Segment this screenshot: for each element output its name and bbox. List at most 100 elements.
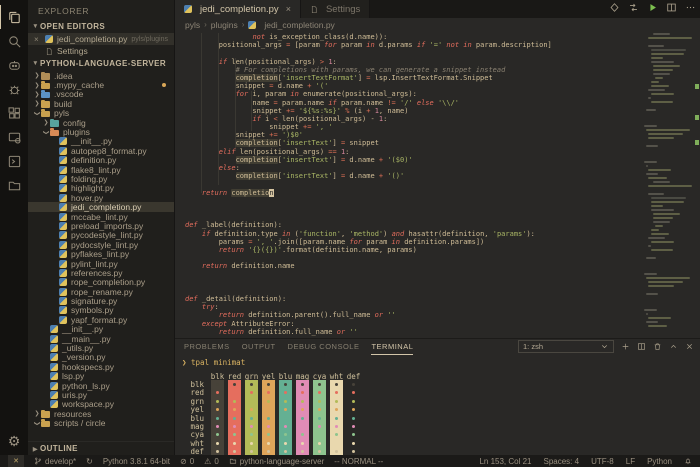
notifications[interactable] (684, 457, 692, 465)
tree-item-hover-py[interactable]: hover.py (28, 193, 174, 202)
tree-item-config[interactable]: ❯config (28, 118, 174, 127)
tree-item-folding-py[interactable]: folding.py (28, 174, 174, 183)
tree-item--utils-py[interactable]: _utils.py (28, 343, 174, 352)
language-mode[interactable]: Python (647, 457, 672, 466)
tree-item-rope-completion-py[interactable]: rope_completion.py (28, 278, 174, 287)
tree-item-rope-rename-py[interactable]: rope_rename.py (28, 287, 174, 296)
tree-item-build[interactable]: ❯build (28, 99, 174, 108)
tree-item-hookspecs-py[interactable]: hookspecs.py (28, 362, 174, 371)
tree-item-yapf-format-py[interactable]: yapf_format.py (28, 315, 174, 324)
split-editor-icon[interactable] (666, 0, 677, 18)
tree-item-lsp-py[interactable]: lsp.py (28, 372, 174, 381)
warnings-count[interactable]: ⚠0 (204, 457, 219, 466)
open-editor-item[interactable]: ×jedi_completion.pypyls/plugins (28, 33, 174, 45)
terminal-box-activity-item[interactable] (0, 149, 28, 173)
tree-item-jedi-completion-py[interactable]: jedi_completion.py (28, 202, 174, 211)
tree-item-pyflakes-lint-py[interactable]: pyflakes_lint.py (28, 249, 174, 258)
tree-item--version-py[interactable]: _version.py (28, 353, 174, 362)
open-editors-header[interactable]: ▼ OPEN EDITORS (28, 20, 174, 33)
tree-item--init-py[interactable]: __init__.py (28, 137, 174, 146)
breadcrumb-item[interactable]: pyls (185, 20, 200, 30)
outline-section-header[interactable]: ▶ OUTLINE (28, 441, 175, 455)
tree-item-flake8-lint-py[interactable]: flake8_lint.py (28, 165, 174, 174)
tree-item-plugins[interactable]: ❯plugins (28, 127, 174, 136)
tree-item--vscode[interactable]: ❯.vscode (28, 90, 174, 99)
open-changes-icon[interactable] (628, 0, 639, 18)
vim-mode[interactable]: -- NORMAL -- (334, 457, 383, 466)
tree-item-autopep8-format-py[interactable]: autopep8_format.py (28, 146, 174, 155)
kill-terminal-icon[interactable] (653, 338, 662, 356)
tree-item-references-py[interactable]: references.py (28, 268, 174, 277)
palette-dot (284, 450, 287, 453)
python-interpreter[interactable]: Python 3.8.1 64-bit (103, 457, 170, 466)
tree-item-workspace-py[interactable]: workspace.py (28, 400, 174, 409)
tree-item--mypy-cache[interactable]: ❯.mypy_cache (28, 80, 174, 89)
close-panel-icon[interactable] (685, 338, 694, 356)
tree-item-resources[interactable]: ❯resources (28, 409, 174, 418)
settings-gear-icon[interactable]: ⚙ (0, 429, 28, 453)
panel-tab-terminal[interactable]: TERMINAL (371, 339, 413, 355)
tree-item--main-py[interactable]: __main__.py (28, 334, 174, 343)
tree-item-pylint-lint-py[interactable]: pylint_lint.py (28, 259, 174, 268)
tree-item-pycodestyle-lint-py[interactable]: pycodestyle_lint.py (28, 231, 174, 240)
tree-item-pyls[interactable]: ❯pyls (28, 109, 174, 118)
tab-jedi_completion-py[interactable]: jedi_completion.py× (175, 0, 301, 18)
terminal-shell-select[interactable]: 1: zsh (518, 340, 614, 353)
maximize-panel-icon[interactable] (669, 338, 678, 356)
tree-item-scripts-circle[interactable]: ❯scripts / circle (28, 418, 174, 427)
cursor-position[interactable]: Ln 153, Col 21 (479, 457, 531, 466)
breadcrumb[interactable]: pyls›plugins›jedi_completion.py (175, 18, 700, 31)
debug-activity-item[interactable] (0, 77, 28, 101)
palette-dot (267, 417, 270, 420)
open-editor-path: pyls/plugins (131, 36, 168, 43)
tab-settings[interactable]: Settings (301, 0, 370, 18)
open-editor-item[interactable]: Settings (28, 45, 174, 57)
search-activity-item[interactable] (0, 29, 28, 53)
tree-item--idea[interactable]: ❯.idea (28, 71, 174, 80)
errors-count[interactable]: ⊘0 (180, 457, 194, 466)
palette-bar (347, 389, 360, 397)
tree-item-preload-imports-py[interactable]: preload_imports.py (28, 221, 174, 230)
panel-tab-output[interactable]: OUTPUT (242, 339, 276, 354)
sync-button[interactable]: ↻ (86, 457, 93, 466)
tree-item-pydocstyle-lint-py[interactable]: pydocstyle_lint.py (28, 240, 174, 249)
workspace-name[interactable]: python-language-server (229, 457, 325, 466)
remote-indicator[interactable]: ✕ (8, 455, 24, 467)
project-folder-activity-item[interactable] (0, 173, 28, 197)
tree-item-mccabe-lint-py[interactable]: mccabe_lint.py (28, 212, 174, 221)
gitlens-icon[interactable] (609, 0, 620, 18)
indentation[interactable]: Spaces: 4 (544, 457, 580, 466)
code-area[interactable]: not is_exception_class(d.name)): positio… (175, 31, 700, 338)
status-label: Python (647, 457, 672, 466)
more-actions-icon[interactable] (685, 0, 696, 18)
remote-monitor-activity-item[interactable] (0, 125, 28, 149)
tree-item--init-py[interactable]: __init__.py (28, 325, 174, 334)
eol[interactable]: LF (626, 457, 635, 466)
explorer-activity-item[interactable] (0, 5, 28, 29)
encoding[interactable]: UTF-8 (591, 457, 614, 466)
split-terminal-icon[interactable] (637, 338, 646, 356)
extensions-activity-item[interactable] (0, 101, 28, 125)
panel-tab-problems[interactable]: PROBLEMS (184, 339, 230, 354)
terminal-content[interactable]: ❯ tpal minimat blkredgrnyelblumagcyawhtd… (175, 354, 700, 455)
panel-tab-debug-console[interactable]: DEBUG CONSOLE (288, 339, 360, 354)
tree-item-highlight-py[interactable]: highlight.py (28, 184, 174, 193)
tree-item-python-ls-py[interactable]: python_ls.py (28, 381, 174, 390)
tree-item-definition-py[interactable]: definition.py (28, 156, 174, 165)
new-terminal-icon[interactable] (621, 338, 630, 356)
minimap[interactable] (644, 33, 692, 329)
bot-activity-item[interactable] (0, 53, 28, 77)
sidebar-title: EXPLORER (28, 0, 174, 20)
project-section-header[interactable]: ▼ PYTHON-LANGUAGE-SERVER (28, 57, 174, 70)
run-python-file-icon[interactable] (647, 0, 658, 18)
close-tab-icon[interactable]: × (286, 4, 291, 14)
breadcrumb-item[interactable]: jedi_completion.py (264, 20, 334, 30)
tree-item-signature-py[interactable]: signature.py (28, 296, 174, 305)
tree-item-symbols-py[interactable]: symbols.py (28, 306, 174, 315)
git-branch[interactable]: develop* (34, 457, 76, 466)
breadcrumb-item[interactable]: plugins (211, 20, 238, 30)
close-editor-icon[interactable]: × (34, 35, 43, 44)
prompt-symbol: ❯ (182, 358, 187, 367)
palette-cell (277, 448, 294, 455)
tree-item-uris-py[interactable]: uris.py (28, 390, 174, 399)
